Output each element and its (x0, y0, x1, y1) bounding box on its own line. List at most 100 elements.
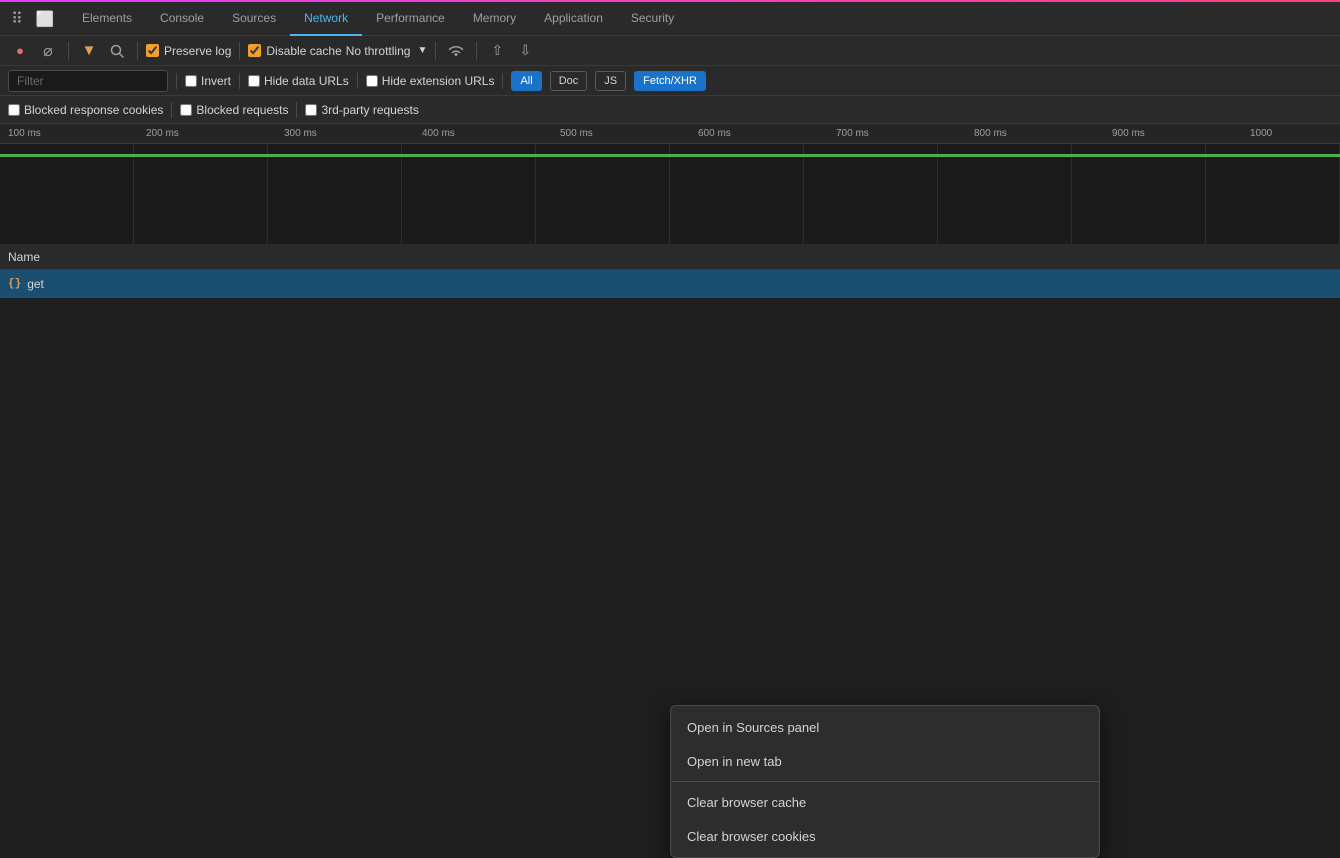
context-menu: Open in Sources panel Open in new tab Cl… (670, 705, 1100, 858)
context-menu-clear-cookies[interactable]: Clear browser cookies (671, 819, 1099, 853)
grid-col-9 (1072, 144, 1206, 244)
timeline-grid (0, 144, 1340, 244)
tick-10: 1000 (1250, 128, 1340, 139)
tick-8: 800 ms (974, 128, 1112, 139)
throttle-chevron-icon: ▼ (417, 45, 427, 56)
filter-type-js[interactable]: JS (595, 71, 626, 91)
grid-col-6 (670, 144, 804, 244)
preserve-log-checkbox[interactable] (146, 44, 159, 57)
hide-data-urls-label[interactable]: Hide data URLs (248, 74, 349, 88)
filter-type-doc[interactable]: Doc (550, 71, 588, 91)
invert-label[interactable]: Invert (185, 74, 231, 88)
tab-security[interactable]: Security (617, 2, 688, 36)
grid-col-5 (536, 144, 670, 244)
filter-row2: Blocked response cookies Blocked request… (0, 96, 1340, 124)
upload-button[interactable]: ⇧ (485, 39, 509, 63)
third-party-requests-checkbox[interactable] (305, 104, 317, 116)
grid-col-8 (938, 144, 1072, 244)
third-party-requests-label[interactable]: 3rd-party requests (305, 103, 418, 117)
filter-row: Invert Hide data URLs Hide extension URL… (0, 66, 1340, 96)
tick-5: 500 ms (560, 128, 698, 139)
filter-button[interactable]: ▼ (77, 39, 101, 63)
toolbar-divider-2 (137, 42, 138, 60)
tab-elements[interactable]: Elements (68, 2, 146, 36)
filter-row2-divider-2 (296, 102, 297, 118)
timeline-body (0, 144, 1340, 244)
timeline-header: 100 ms 200 ms 300 ms 400 ms 500 ms 600 m… (0, 124, 1340, 144)
tick-1: 100 ms (8, 128, 146, 139)
tab-network[interactable]: Network (290, 2, 362, 36)
toolbar-divider-4 (435, 42, 436, 60)
third-party-requests-text: 3rd-party requests (321, 103, 418, 117)
disable-cache-label[interactable]: Disable cache (248, 44, 341, 58)
table-body: {} get Open in Sources panel Open in new… (0, 270, 1340, 298)
tab-bar: ⠿ ⬜ Elements Console Sources Network Per… (0, 2, 1340, 36)
context-menu-open-sources[interactable]: Open in Sources panel (671, 710, 1099, 744)
hide-data-urls-checkbox[interactable] (248, 75, 260, 87)
blocked-requests-checkbox[interactable] (180, 104, 192, 116)
invert-checkbox[interactable] (185, 75, 197, 87)
filter-input[interactable] (8, 70, 168, 92)
blocked-requests-label[interactable]: Blocked requests (180, 103, 288, 117)
toolbar-divider-1 (68, 42, 69, 60)
filter-type-all[interactable]: All (511, 71, 541, 91)
grid-col-4 (402, 144, 536, 244)
grid-col-1 (0, 144, 134, 244)
grid-col-7 (804, 144, 938, 244)
grid-col-10 (1206, 144, 1340, 244)
row-name: get (27, 277, 44, 291)
grid-col-2 (134, 144, 268, 244)
timeline-green-line (0, 154, 1340, 157)
table-header: Name (0, 244, 1340, 270)
throttle-label: No throttling (346, 44, 411, 58)
blocked-response-cookies-label[interactable]: Blocked response cookies (8, 103, 163, 117)
blocked-requests-text: Blocked requests (196, 103, 288, 117)
tab-memory[interactable]: Memory (459, 2, 530, 36)
devtools-cursor-icon[interactable]: ⠿ (6, 8, 28, 30)
toolbar-divider-5 (476, 42, 477, 60)
hide-data-urls-text: Hide data URLs (264, 74, 349, 88)
context-menu-divider (671, 781, 1099, 782)
preserve-log-label[interactable]: Preserve log (146, 44, 231, 58)
filter-divider-2 (239, 73, 240, 89)
devtools-icons: ⠿ ⬜ (6, 8, 56, 30)
context-menu-clear-cache[interactable]: Clear browser cache (671, 785, 1099, 819)
hide-extension-urls-text: Hide extension URLs (382, 74, 495, 88)
blocked-response-cookies-checkbox[interactable] (8, 104, 20, 116)
preserve-log-text: Preserve log (164, 44, 231, 58)
filter-type-fetch-xhr[interactable]: Fetch/XHR (634, 71, 706, 91)
wifi-settings-button[interactable] (444, 39, 468, 63)
record-button[interactable]: ● (8, 39, 32, 63)
filter-divider-4 (502, 73, 503, 89)
disable-cache-text: Disable cache (266, 44, 341, 58)
grid-col-3 (268, 144, 402, 244)
hide-extension-urls-checkbox[interactable] (366, 75, 378, 87)
filter-divider-3 (357, 73, 358, 89)
search-button[interactable] (105, 39, 129, 63)
tick-2: 200 ms (146, 128, 284, 139)
download-button[interactable]: ⇩ (513, 39, 537, 63)
tab-application[interactable]: Application (530, 2, 617, 36)
tab-performance[interactable]: Performance (362, 2, 459, 36)
tick-6: 600 ms (698, 128, 836, 139)
tab-sources[interactable]: Sources (218, 2, 290, 36)
row-json-icon: {} (8, 278, 21, 290)
tick-7: 700 ms (836, 128, 974, 139)
blocked-response-cookies-text: Blocked response cookies (24, 103, 163, 117)
devtools-device-icon[interactable]: ⬜ (34, 8, 56, 30)
toolbar-divider-3 (239, 42, 240, 60)
disable-cache-checkbox[interactable] (248, 44, 261, 57)
context-menu-open-new-tab[interactable]: Open in new tab (671, 744, 1099, 778)
throttle-select[interactable]: No throttling ▼ (346, 44, 428, 58)
tick-3: 300 ms (284, 128, 422, 139)
filter-row2-divider-1 (171, 102, 172, 118)
tick-4: 400 ms (422, 128, 560, 139)
toolbar: ● ⌀ ▼ Preserve log Disable cache No thro… (0, 36, 1340, 66)
table-row[interactable]: {} get (0, 270, 1340, 298)
hide-extension-urls-label[interactable]: Hide extension URLs (366, 74, 495, 88)
table-header-name: Name (8, 250, 40, 264)
invert-text: Invert (201, 74, 231, 88)
clear-button[interactable]: ⌀ (36, 39, 60, 63)
tab-console[interactable]: Console (146, 2, 218, 36)
tick-9: 900 ms (1112, 128, 1250, 139)
